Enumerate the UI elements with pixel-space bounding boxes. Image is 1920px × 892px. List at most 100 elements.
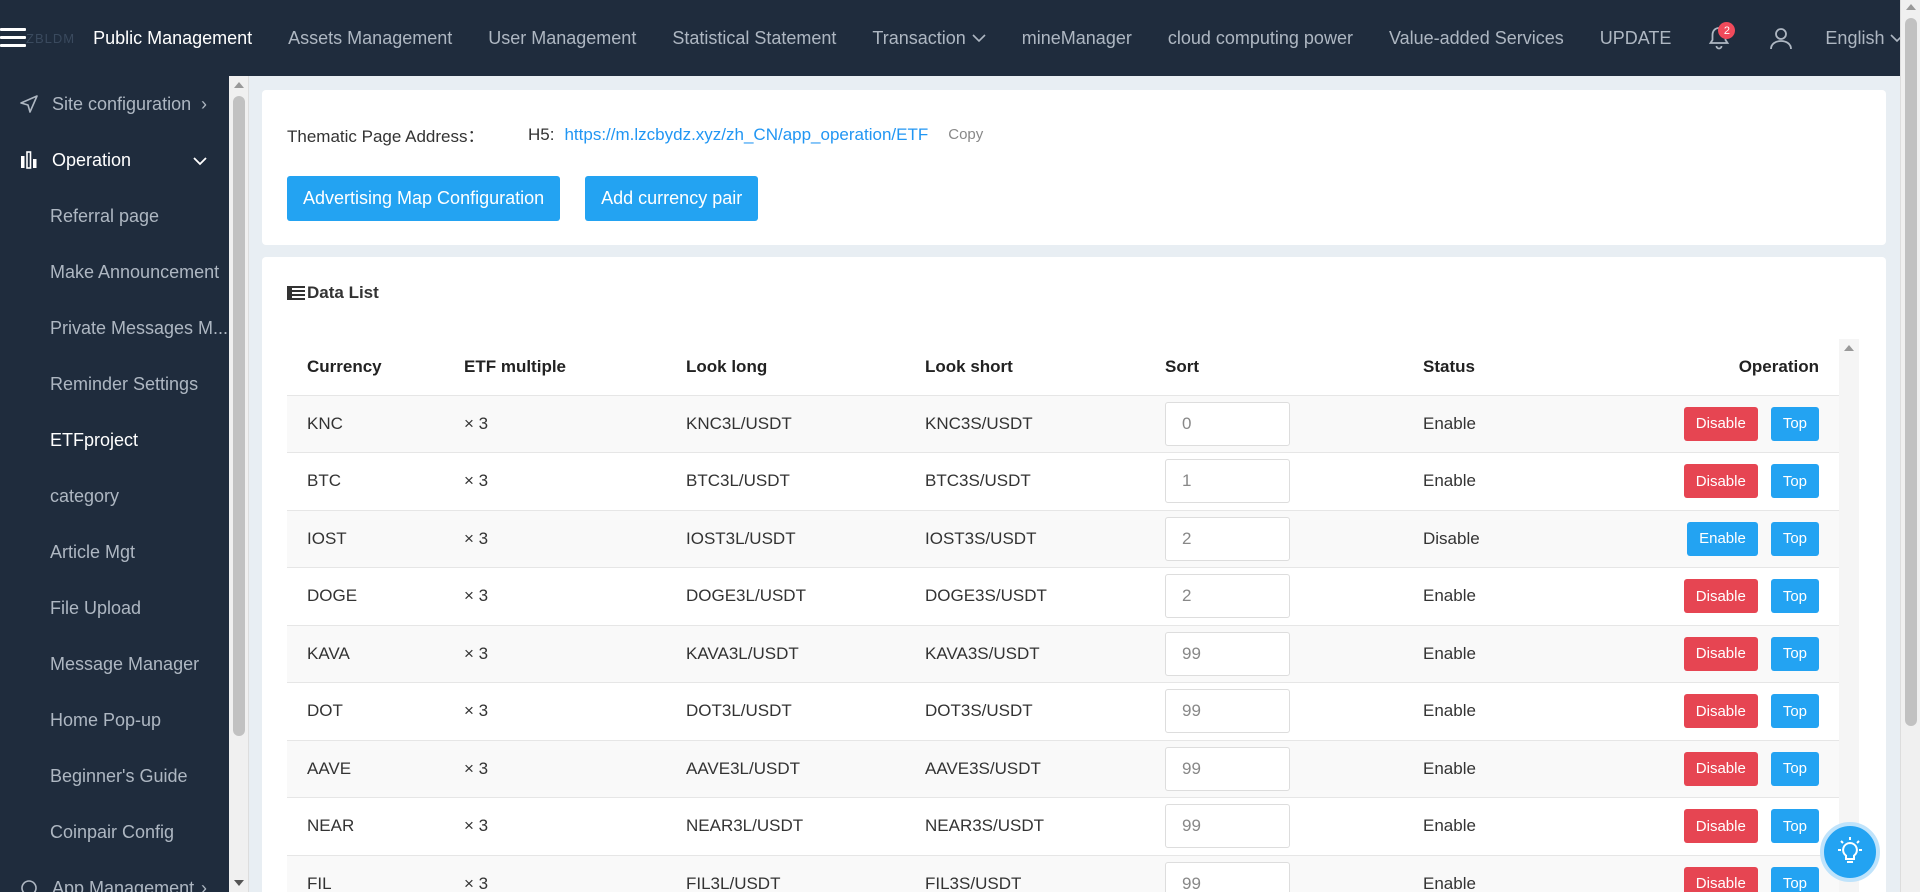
sidebar-item-site-configuration[interactable]: Site configuration › — [0, 76, 229, 132]
nav-item-assets-management[interactable]: Assets Management — [270, 0, 470, 76]
sidebar-item-operation[interactable]: Operation — [0, 132, 229, 188]
nav-item-label: cloud computing power — [1167, 27, 1353, 48]
column-header-sort: Sort — [1165, 339, 1423, 396]
sort-input[interactable]: 2 — [1165, 516, 1290, 561]
top-button[interactable]: Top — [1770, 521, 1819, 556]
sort-input[interactable]: 1 — [1165, 459, 1290, 504]
copy-button[interactable]: Copy — [948, 126, 983, 143]
sidebar-item-make-announcement[interactable]: Make Announcement — [0, 244, 229, 300]
sidebar-item-label: Site configuration — [52, 93, 192, 114]
address-link[interactable]: https://m.lzcbydz.xyz/zh_CN/app_operatio… — [564, 125, 928, 145]
table-header-row: Currency ETF multiple Look long Look short S… — [287, 339, 1839, 396]
sidebar-item-label: Operation — [52, 149, 132, 170]
nav-item-value-added-services[interactable]: Value-added Services — [1371, 0, 1582, 76]
table-scrollbar[interactable] — [1839, 339, 1859, 892]
sidebar-scroll-thumb[interactable] — [233, 96, 245, 736]
operation-cell: Disable Top — [1623, 395, 1839, 453]
currency-cell: NEAR — [287, 797, 464, 856]
data-table-wrap: Currency ETF multiple Look long Look short S… — [287, 339, 1839, 892]
top-button[interactable]: Top — [1770, 406, 1819, 441]
sidebar-item-beginner-s-guide[interactable]: Beginner's Guide — [0, 748, 229, 804]
help-button[interactable] — [1820, 822, 1880, 882]
nav-item-transaction[interactable]: Transaction — [854, 0, 1003, 76]
disable-button[interactable]: Disable — [1683, 406, 1758, 441]
sort-input[interactable]: 99 — [1165, 861, 1290, 892]
status-cell: Enable — [1423, 682, 1623, 741]
top-nav-bar: ZBLDM Public Management Assets Management… — [0, 0, 1905, 76]
disable-button[interactable]: Disable — [1683, 694, 1758, 729]
language-label: English — [1825, 27, 1885, 48]
top-button[interactable]: Top — [1770, 751, 1819, 786]
disable-button[interactable]: Disable — [1683, 809, 1758, 844]
currency-cell: KAVA — [287, 625, 464, 683]
nav-item-minemanager[interactable]: mineManager — [1004, 0, 1150, 76]
table-row: DOGE × 3 DOGE3L/USDT DOGE3S/USDT 2 Enable Disa… — [287, 567, 1839, 626]
sort-input[interactable]: 0 — [1165, 401, 1290, 446]
sort-input[interactable]: 99 — [1165, 689, 1290, 734]
scroll-up-arrow-icon[interactable] — [1906, 4, 1916, 10]
sidebar-item-app-management[interactable]: App Management › — [0, 860, 229, 892]
disable-button[interactable]: Disable — [1683, 866, 1758, 892]
top-button[interactable]: Top — [1770, 464, 1819, 499]
sort-input[interactable]: 99 — [1165, 804, 1290, 849]
disable-button[interactable]: Disable — [1683, 636, 1758, 671]
operation-cell: Disable Top — [1623, 567, 1839, 626]
top-button[interactable]: Top — [1770, 579, 1819, 614]
top-button[interactable]: Top — [1770, 694, 1819, 729]
column-header-etf-multiple: ETF multiple — [464, 339, 686, 396]
chevron-down-icon — [193, 150, 207, 171]
top-button[interactable]: Top — [1770, 809, 1819, 844]
etf-multiple-cell: × 3 — [464, 510, 686, 568]
scroll-up-arrow-icon[interactable] — [1844, 345, 1854, 351]
sidebar-item-coinpair-config[interactable]: Coinpair Config — [0, 804, 229, 860]
nav-item-public-management[interactable]: Public Management — [75, 0, 270, 76]
table-row: AAVE × 3 AAVE3L/USDT AAVE3S/USDT 99 Enable Dis… — [287, 740, 1839, 798]
notification-button[interactable]: 2 — [1699, 18, 1739, 58]
nav-item-cloud-computing-power[interactable]: cloud computing power — [1150, 0, 1371, 76]
scroll-up-arrow-icon[interactable] — [234, 82, 244, 88]
sidebar-item-message-manager[interactable]: Message Manager — [0, 636, 229, 692]
window-scroll-thumb[interactable] — [1905, 18, 1917, 726]
sidebar-item-private-messages-m-[interactable]: Private Messages M... — [0, 300, 229, 356]
table-row: IOST × 3 IOST3L/USDT IOST3S/USDT 2 Disable Ena… — [287, 510, 1839, 568]
top-button[interactable]: Top — [1770, 866, 1819, 892]
currency-cell: IOST — [287, 510, 464, 568]
address-card: Thematic Page Address： H5: https://m.lzc… — [262, 90, 1886, 245]
disable-button[interactable]: Disable — [1683, 579, 1758, 614]
sidebar-item-etfproject[interactable]: ETFproject — [0, 412, 229, 468]
sidebar-item-file-upload[interactable]: File Upload — [0, 580, 229, 636]
currency-cell: KNC — [287, 395, 464, 453]
sort-input[interactable]: 99 — [1165, 631, 1290, 676]
nav-item-statistical-statement[interactable]: Statistical Statement — [654, 0, 854, 76]
sidebar-item-home-pop-up[interactable]: Home Pop-up — [0, 692, 229, 748]
table-row: FIL × 3 FIL3L/USDT FIL3S/USDT 99 Enable Disabl… — [287, 855, 1839, 892]
sidebar-item-referral-page[interactable]: Referral page — [0, 188, 229, 244]
window-scrollbar[interactable] — [1900, 0, 1920, 892]
sidebar-item-article-mgt[interactable]: Article Mgt — [0, 524, 229, 580]
currency-cell: DOT — [287, 682, 464, 741]
look-long-cell: BTC3L/USDT — [686, 452, 925, 511]
sort-input[interactable]: 2 — [1165, 574, 1290, 619]
sidebar-scrollbar[interactable] — [229, 76, 249, 892]
disable-button[interactable]: Disable — [1683, 751, 1758, 786]
update-link[interactable]: UPDATE — [1582, 28, 1690, 49]
sidebar-item-reminder-settings[interactable]: Reminder Settings — [0, 356, 229, 412]
advertising-map-config-button[interactable]: Advertising Map Configuration — [287, 176, 561, 221]
nav-item-user-management[interactable]: User Management — [470, 0, 654, 76]
look-long-cell: NEAR3L/USDT — [686, 797, 925, 856]
currency-cell: FIL — [287, 855, 464, 892]
data-list-title-text: Data List — [307, 283, 379, 302]
top-button[interactable]: Top — [1770, 636, 1819, 671]
sort-input[interactable]: 99 — [1165, 746, 1290, 791]
sidebar-item-category[interactable]: category — [0, 468, 229, 524]
user-menu-button[interactable] — [1761, 18, 1801, 58]
disable-button[interactable]: Disable — [1683, 464, 1758, 499]
add-currency-pair-button[interactable]: Add currency pair — [585, 176, 759, 221]
look-short-cell: FIL3S/USDT — [925, 855, 1165, 892]
currency-cell: AAVE — [287, 740, 464, 798]
scroll-down-arrow-icon[interactable] — [234, 880, 244, 886]
sort-cell: 2 — [1165, 567, 1423, 626]
table-row: NEAR × 3 NEAR3L/USDT NEAR3S/USDT 99 Enable Dis… — [287, 797, 1839, 856]
menu-toggle-button[interactable] — [0, 0, 26, 76]
enable-button[interactable]: Enable — [1687, 521, 1758, 556]
